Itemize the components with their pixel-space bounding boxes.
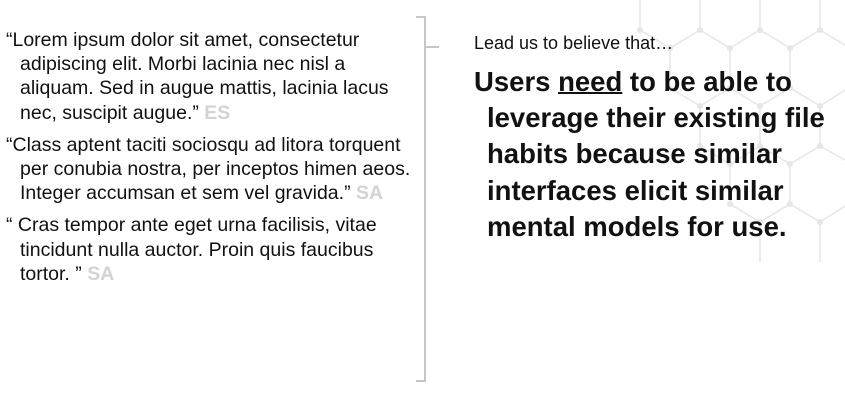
quotes-list: “Lorem ipsum dolor sit amet, consectetur…: [6, 28, 416, 294]
right-bracket-divider: [416, 16, 439, 382]
claim-statement: Users need to be able to leverage their …: [474, 64, 834, 245]
quote-text: “Class aptent taciti sociosqu ad litora …: [6, 133, 411, 205]
quote-initials: ES: [204, 101, 231, 124]
claim-prefix: Users: [474, 66, 559, 97]
quote-initials: SA: [87, 262, 115, 285]
claim-emphasis: need: [558, 66, 623, 97]
quote-initials: SA: [356, 182, 384, 205]
quote-item: “Lorem ipsum dolor sit amet, consectetur…: [6, 28, 416, 125]
conclusion-panel: Lead us to believe that… Users need to b…: [474, 33, 834, 245]
lead-text: Lead us to believe that…: [474, 33, 674, 53]
quote-item: “ Cras tempor ante eget urna facilisis, …: [6, 213, 416, 286]
quote-text: “ Cras tempor ante eget urna facilisis, …: [6, 214, 377, 285]
quote-text: “Lorem ipsum dolor sit amet, consectetur…: [6, 29, 389, 124]
quote-item: “Class aptent taciti sociosqu ad litora …: [6, 133, 416, 206]
